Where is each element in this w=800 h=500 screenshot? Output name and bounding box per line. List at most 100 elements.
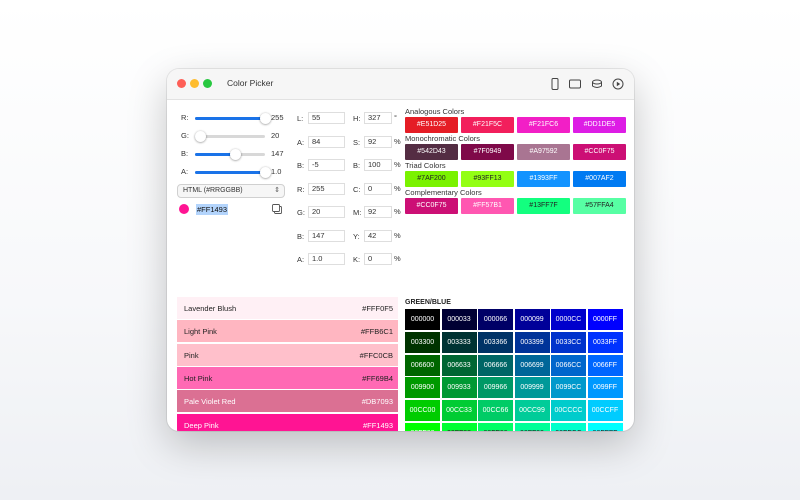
numeric-field[interactable]: 100 [364,159,392,171]
harmony-swatch[interactable]: #57FFA4 [573,198,626,214]
copy-icon[interactable] [271,202,283,214]
harmony-swatch[interactable]: #542D43 [405,144,458,160]
harmony-swatch[interactable]: #13FF7F [517,198,570,214]
web-safe-swatch[interactable]: 00FF33 [441,423,478,431]
numeric-field[interactable]: 327 [364,112,392,124]
green-slider[interactable]: G: 20 [181,129,287,143]
web-safe-swatch[interactable]: 0099CC [551,377,587,400]
harmony-swatch[interactable]: #F21FC6 [517,117,570,133]
web-safe-swatch[interactable]: 00CCFF [587,400,624,423]
web-safe-swatch[interactable]: 006666 [478,354,514,377]
red-slider-knob[interactable] [260,113,271,124]
web-safe-swatch[interactable]: 000000 [405,309,441,331]
web-safe-swatch[interactable]: 009933 [441,377,478,400]
alpha-slider-track[interactable] [195,167,271,178]
numeric-field[interactable]: 20 [308,206,345,218]
web-safe-swatch[interactable]: 00FFCC [551,423,587,431]
web-safe-swatch[interactable]: 00CC33 [441,400,478,423]
web-safe-swatch[interactable]: 003333 [441,331,478,354]
named-color-row[interactable]: Hot Pink #FF69B4 [177,366,398,389]
current-color-swatch[interactable] [179,204,189,214]
harmony-swatch[interactable]: #7F0949 [461,144,514,160]
web-safe-swatch[interactable]: 000066 [478,309,514,331]
format-select[interactable]: HTML (#RRGGBB) ⇕ [177,184,285,198]
harmony-swatch[interactable]: #7AF200 [405,171,458,187]
harmony-swatch[interactable]: #007AF2 [573,171,626,187]
numeric-field[interactable]: 92 [364,206,392,218]
named-color-row[interactable]: Pale Violet Red #DB7093 [177,390,398,413]
web-safe-swatch[interactable]: 0033FF [587,331,624,354]
named-color-row[interactable]: Light Pink #FFB6C1 [177,320,398,343]
harmony-swatch[interactable]: #DD1DE5 [573,117,626,133]
green-slider-track[interactable] [195,131,265,142]
web-safe-swatch[interactable]: 0099FF [587,377,624,400]
named-color-name: Pink [184,350,199,360]
web-safe-swatch[interactable]: 003366 [478,331,514,354]
web-safe-swatch[interactable]: 00FF00 [405,423,441,431]
web-safe-swatch[interactable]: 00FF99 [514,423,551,431]
numeric-field[interactable]: 42 [364,229,392,242]
harmony-swatch[interactable]: #A97592 [517,144,570,160]
web-safe-swatch[interactable]: 003300 [405,331,441,354]
phone-icon[interactable] [548,77,562,91]
web-safe-swatch[interactable]: 006633 [441,354,478,377]
green-slider-knob[interactable] [195,131,207,142]
web-safe-swatch[interactable]: 003399 [514,331,551,354]
alpha-slider[interactable]: A: 1.0 [181,165,287,179]
web-safe-swatch[interactable]: 00CCCC [551,400,587,423]
blue-slider-track[interactable] [195,149,265,160]
named-color-row[interactable]: Lavender Blush #FFF0F5 [177,297,398,319]
web-safe-swatch[interactable]: 006699 [514,354,551,377]
blue-slider[interactable]: B: 147 [181,147,287,161]
web-safe-swatch[interactable]: 000099 [514,309,551,331]
harmony-swatch[interactable]: #1393FF [517,171,570,187]
numeric-field[interactable]: 1.0 [308,253,345,265]
web-safe-swatch[interactable]: 006600 [405,354,441,377]
web-safe-swatch[interactable]: 009999 [514,377,551,400]
minimize-window-button[interactable] [190,79,199,88]
web-safe-swatch[interactable]: 00CC66 [478,400,514,423]
web-safe-swatch[interactable]: 00FFFF [587,423,624,431]
web-safe-swatch[interactable]: 000033 [441,309,478,331]
numeric-field[interactable]: 0 [364,182,392,195]
web-safe-swatch[interactable]: 009900 [405,377,441,400]
numeric-field[interactable]: -5 [308,159,345,171]
play-icon[interactable] [611,77,625,91]
web-safe-swatch[interactable]: 0066FF [587,354,624,377]
harmony-swatch[interactable]: #F21F5C [461,117,514,133]
tablet-icon[interactable] [568,77,582,91]
web-safe-swatch[interactable]: 0033CC [551,331,587,354]
harmony-swatch[interactable]: #FF57B1 [461,198,514,214]
zoom-window-button[interactable] [203,79,212,88]
numeric-field[interactable]: 0 [364,253,392,265]
numeric-field[interactable]: 55 [308,112,345,124]
numeric-field[interactable]: 147 [308,229,345,242]
harmony-swatch[interactable]: #E51D25 [405,117,458,133]
harmony-swatch[interactable]: #CC0F75 [573,144,626,160]
numeric-field[interactable]: 255 [308,182,345,195]
red-slider-track[interactable] [195,113,271,124]
blue-slider-knob[interactable] [230,149,242,160]
web-safe-swatch[interactable]: 009966 [478,377,514,400]
field-label: B: [297,161,305,170]
web-safe-swatch[interactable]: 00CC99 [514,400,551,423]
named-color-row[interactable]: Deep Pink #FF1493 [177,413,398,431]
numeric-field[interactable]: 92 [364,135,392,148]
harmony-swatch[interactable]: #93FF13 [461,171,514,187]
numeric-field[interactable]: 84 [308,135,345,148]
close-window-button[interactable] [177,79,186,88]
named-color-hex: #FFB6C1 [360,327,393,337]
named-color-row[interactable]: Pink #FFC0CB [177,343,398,366]
web-safe-swatch[interactable]: 00FF66 [478,423,514,431]
grid-title: GREEN/BLUE [405,299,451,306]
layers-icon[interactable] [590,77,604,91]
web-safe-swatch[interactable]: 00CC00 [405,400,441,423]
hex-value-field[interactable]: #FF1493 [196,204,229,215]
web-safe-swatch[interactable]: 0066CC [551,354,587,377]
alpha-slider-value: 1.0 [271,167,282,176]
web-safe-swatch[interactable]: 0000CC [551,309,587,331]
web-safe-swatch[interactable]: 0000FF [587,309,624,331]
red-slider[interactable]: R: 255 [181,111,287,125]
alpha-slider-knob[interactable] [260,167,271,178]
harmony-swatch[interactable]: #CC0F75 [405,198,458,214]
